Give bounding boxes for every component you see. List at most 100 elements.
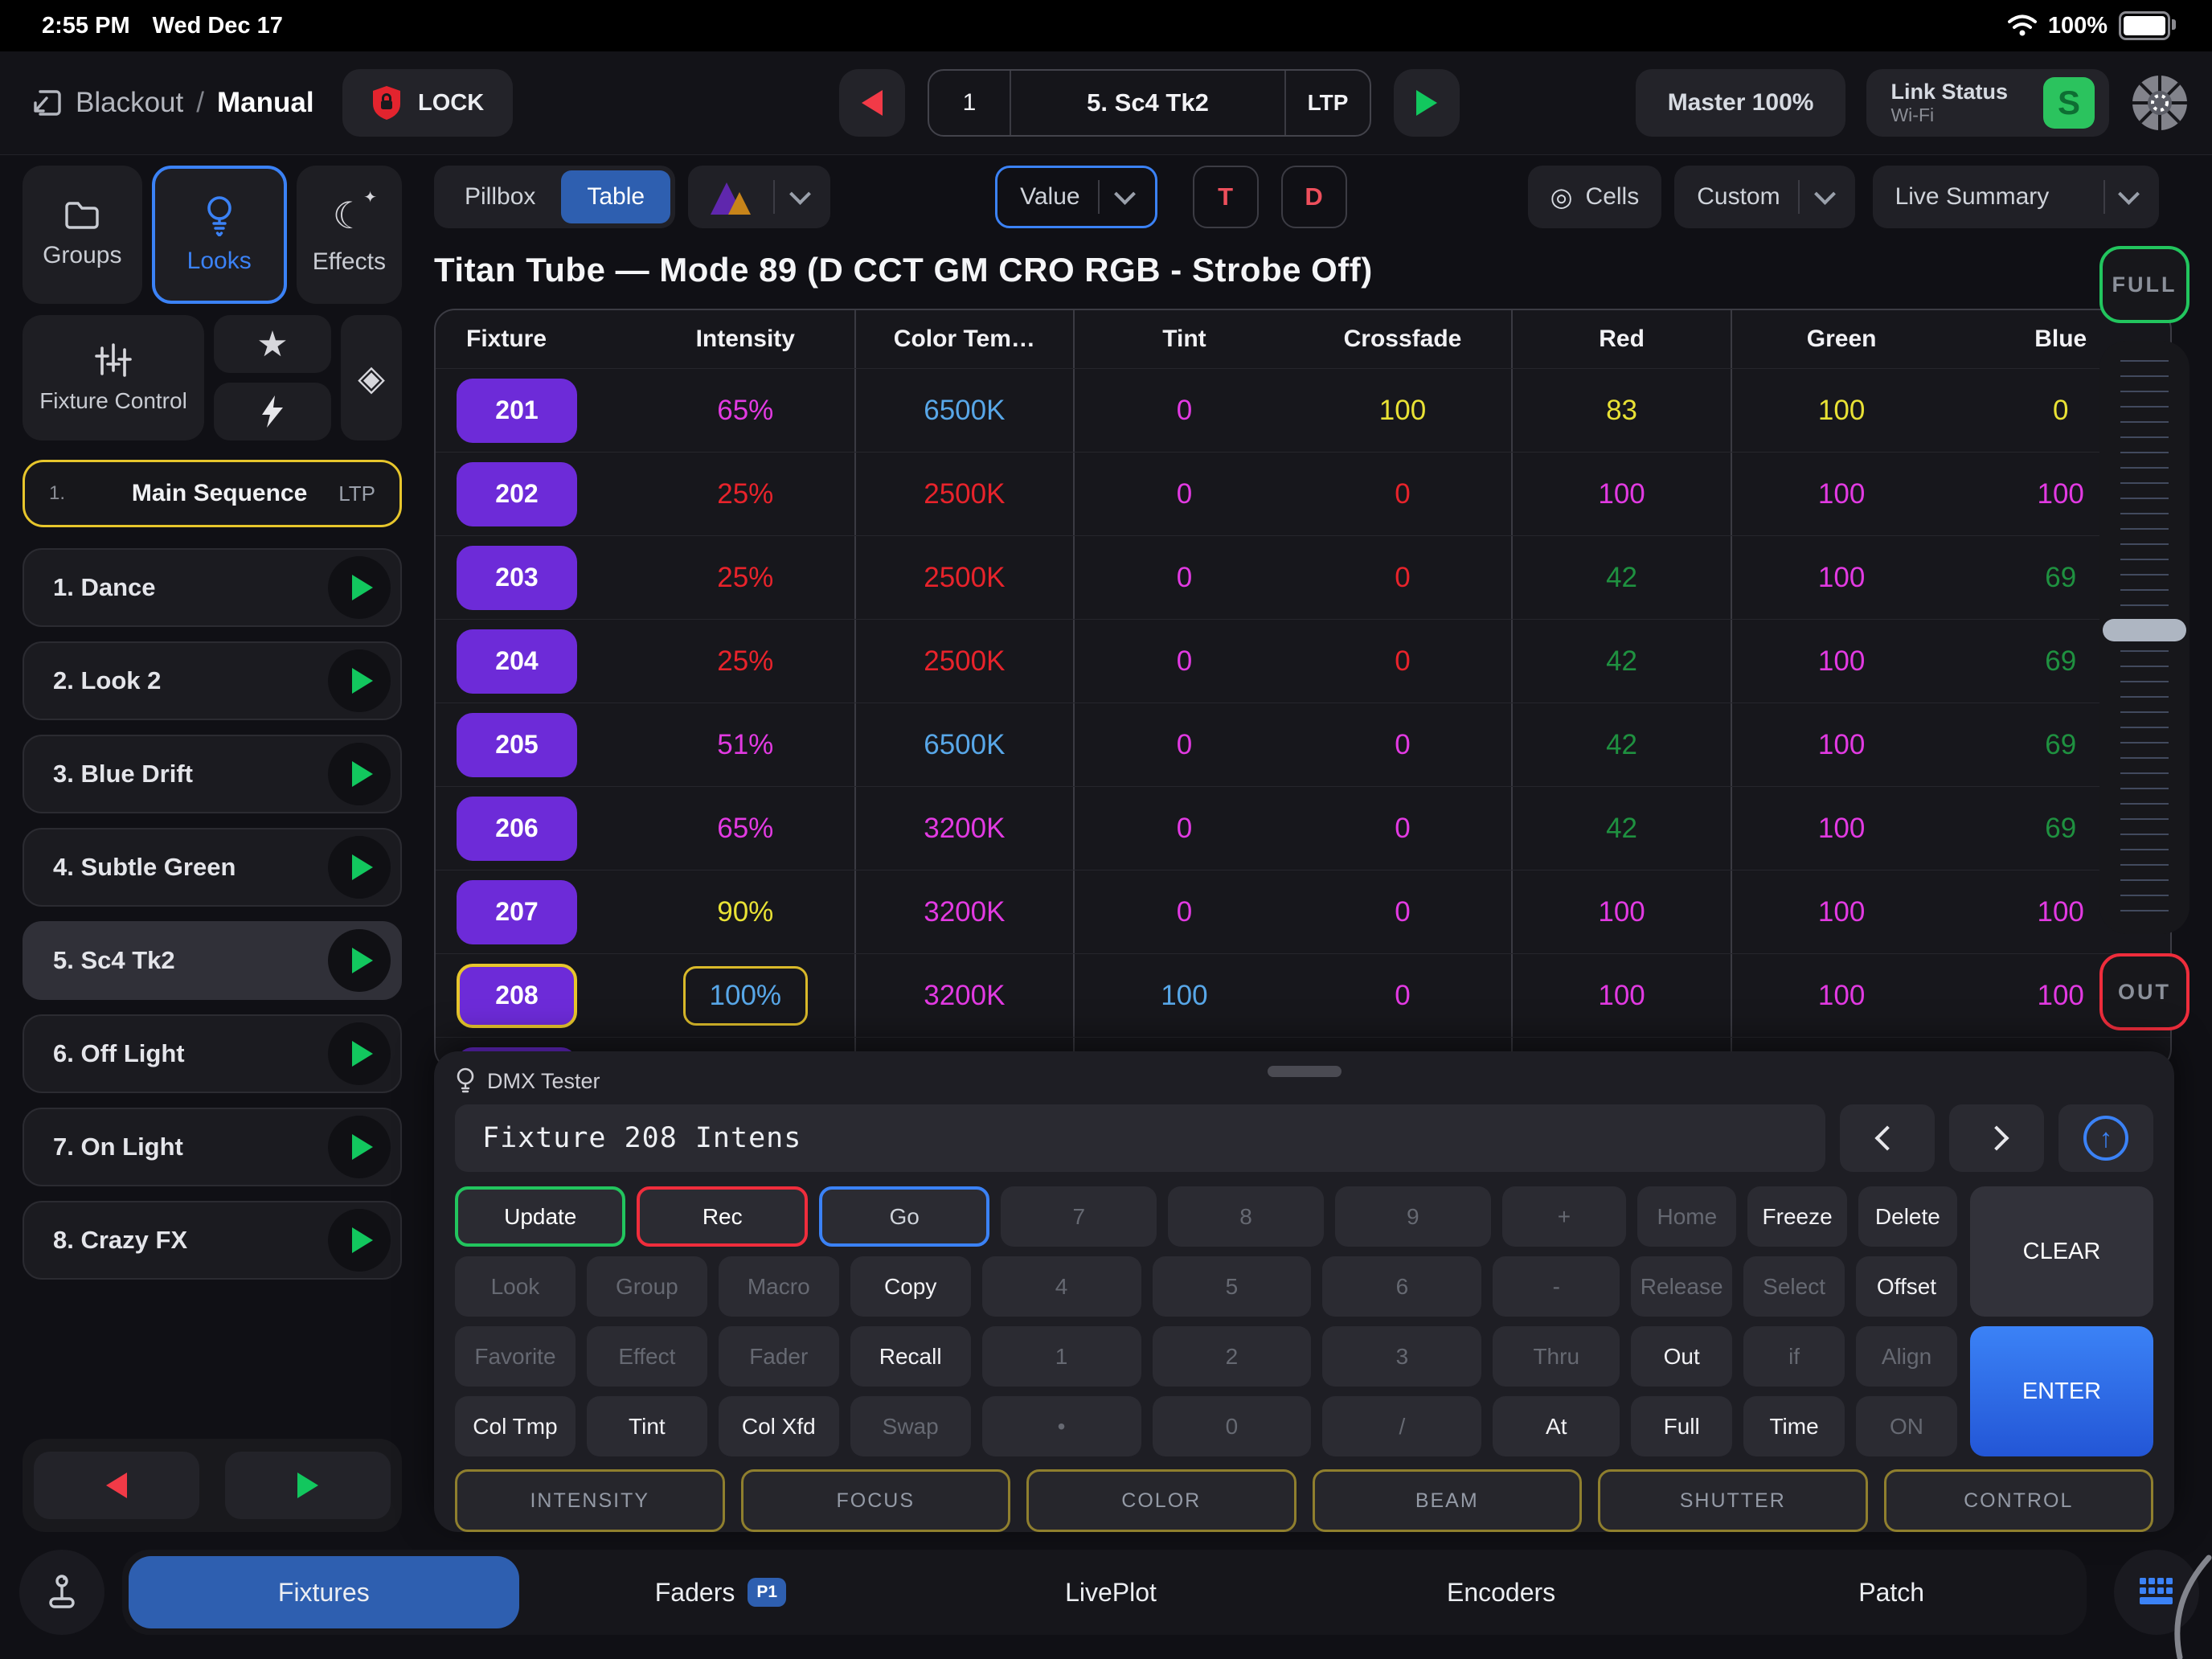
- palette-control[interactable]: CONTROL: [1884, 1469, 2154, 1532]
- fixture-chip[interactable]: 208: [457, 964, 577, 1028]
- lock-button[interactable]: LOCK: [342, 69, 513, 137]
- value-cell[interactable]: 25%: [637, 620, 856, 703]
- key-recall[interactable]: Recall: [850, 1326, 971, 1387]
- fixture-chip[interactable]: 207: [457, 880, 577, 944]
- palette-focus[interactable]: FOCUS: [741, 1469, 1011, 1532]
- key-time[interactable]: Time: [1743, 1396, 1845, 1456]
- nav-item-liveplot[interactable]: LivePlot: [916, 1550, 1306, 1635]
- value-cell[interactable]: 42: [1513, 703, 1732, 786]
- value-cell[interactable]: 51%: [637, 703, 856, 786]
- value-cell[interactable]: 100: [1732, 453, 1952, 535]
- key-dot[interactable]: •: [982, 1396, 1141, 1456]
- value-cell[interactable]: 2500K: [856, 453, 1075, 535]
- key-align[interactable]: Align: [1856, 1326, 1957, 1387]
- enter-button[interactable]: ENTER: [1970, 1326, 2153, 1456]
- key-update[interactable]: Update: [455, 1186, 625, 1247]
- key-copy[interactable]: Copy: [850, 1256, 971, 1317]
- out-button[interactable]: OUT: [2099, 953, 2189, 1030]
- value-cell[interactable]: 90%: [637, 870, 856, 953]
- value-cell[interactable]: 0: [1294, 453, 1514, 535]
- value-cell[interactable]: 6500K: [856, 703, 1075, 786]
- key-home[interactable]: Home: [1637, 1186, 1736, 1247]
- value-cell[interactable]: 0: [1075, 536, 1294, 619]
- history-back-button[interactable]: [1840, 1104, 1935, 1172]
- value-cell[interactable]: 3200K: [856, 870, 1075, 953]
- fixture-chip[interactable]: 206: [457, 797, 577, 861]
- fader-handle[interactable]: [2103, 619, 2186, 641]
- value-cell[interactable]: 3200K: [856, 787, 1075, 870]
- play-button[interactable]: [328, 836, 391, 899]
- table-tab[interactable]: Table: [561, 170, 670, 223]
- history-forward-button[interactable]: [1949, 1104, 2044, 1172]
- value-cell[interactable]: 42: [1513, 620, 1732, 703]
- value-cell[interactable]: 0: [1294, 954, 1514, 1037]
- palette-color[interactable]: COLOR: [1026, 1469, 1296, 1532]
- key-full[interactable]: Full: [1631, 1396, 1732, 1456]
- nav-item-encoders[interactable]: Encoders: [1306, 1550, 1697, 1635]
- value-cell[interactable]: 100: [1732, 620, 1952, 703]
- key-offset[interactable]: Offset: [1856, 1256, 1957, 1317]
- fixture-chip[interactable]: 201: [457, 379, 577, 443]
- key-effect[interactable]: Effect: [587, 1326, 707, 1387]
- value-cell[interactable]: 100: [1513, 870, 1732, 953]
- fixture-control-button[interactable]: Fixture Control: [23, 315, 204, 440]
- fixture-chip[interactable]: 205: [457, 713, 577, 777]
- key-8[interactable]: 8: [1168, 1186, 1324, 1247]
- play-button[interactable]: [328, 1116, 391, 1178]
- key-at[interactable]: At: [1493, 1396, 1620, 1456]
- key-go[interactable]: Go: [819, 1186, 989, 1247]
- play-button[interactable]: [328, 649, 391, 712]
- play-button[interactable]: [328, 1022, 391, 1085]
- key-tint[interactable]: Tint: [587, 1396, 707, 1456]
- key-out[interactable]: Out: [1631, 1326, 1732, 1387]
- value-cell[interactable]: 0: [1294, 703, 1514, 786]
- sidebar-tab-effects[interactable]: ☾ ✦ Effects: [297, 166, 402, 304]
- link-status-button[interactable]: Link Status Wi-Fi S: [1866, 69, 2109, 137]
- sequence-item[interactable]: 2. Look 2: [23, 641, 402, 720]
- play-button[interactable]: [328, 556, 391, 619]
- value-cell[interactable]: 0: [1075, 369, 1294, 452]
- effect-stack-button[interactable]: ◈: [341, 315, 402, 440]
- play-button[interactable]: [328, 929, 391, 992]
- key-5[interactable]: 5: [1153, 1256, 1312, 1317]
- fixture-chip[interactable]: 204: [457, 629, 577, 694]
- value-cell[interactable]: 100: [1513, 954, 1732, 1037]
- breadcrumb[interactable]: Blackout / Manual: [29, 51, 314, 154]
- nav-item-faders[interactable]: FadersP1: [526, 1550, 916, 1635]
- value-cell[interactable]: 100%: [637, 954, 856, 1037]
- value-cell[interactable]: 0: [1294, 620, 1514, 703]
- value-cell[interactable]: 42: [1513, 536, 1732, 619]
- value-cell[interactable]: 25%: [637, 536, 856, 619]
- cue-display[interactable]: 1 5. Sc4 Tk2 LTP: [928, 69, 1371, 137]
- send-command-button[interactable]: ↑: [2058, 1104, 2153, 1172]
- key-4[interactable]: 4: [982, 1256, 1141, 1317]
- value-mode-dropdown[interactable]: Value: [995, 166, 1157, 228]
- key-look[interactable]: Look: [455, 1256, 576, 1317]
- key-freeze[interactable]: Freeze: [1747, 1186, 1846, 1247]
- sequence-item[interactable]: 7. On Light: [23, 1108, 402, 1186]
- value-cell[interactable]: 25%: [637, 453, 856, 535]
- custom-view-dropdown[interactable]: Custom: [1674, 166, 1854, 228]
- key-on[interactable]: ON: [1856, 1396, 1957, 1456]
- flash-button[interactable]: [214, 383, 331, 440]
- key-2[interactable]: 2: [1153, 1326, 1312, 1387]
- nav-item-fixtures[interactable]: Fixtures: [129, 1556, 519, 1628]
- value-cell[interactable]: 100: [1513, 453, 1732, 535]
- value-cell[interactable]: 6500K: [856, 369, 1075, 452]
- key-if[interactable]: if: [1743, 1326, 1845, 1387]
- key-rec[interactable]: Rec: [637, 1186, 807, 1247]
- value-cell[interactable]: 100: [1294, 369, 1514, 452]
- sidebar-tab-looks[interactable]: Looks: [152, 166, 287, 304]
- value-cell[interactable]: 2500K: [856, 620, 1075, 703]
- page-back-button[interactable]: [34, 1452, 199, 1519]
- sequence-item[interactable]: 3. Blue Drift: [23, 735, 402, 813]
- pillbox-tab[interactable]: Pillbox: [439, 170, 561, 223]
- sequence-header[interactable]: 1. Main Sequence LTP: [23, 460, 402, 527]
- command-line-input[interactable]: Fixture 208 Intens: [455, 1104, 1825, 1172]
- key-9[interactable]: 9: [1335, 1186, 1491, 1247]
- fixture-type-dropdown[interactable]: [688, 166, 830, 228]
- value-cell[interactable]: 100: [1732, 369, 1952, 452]
- value-cell[interactable]: 100: [1075, 954, 1294, 1037]
- clear-button[interactable]: CLEAR: [1970, 1186, 2153, 1317]
- key-col-xfd[interactable]: Col Xfd: [719, 1396, 839, 1456]
